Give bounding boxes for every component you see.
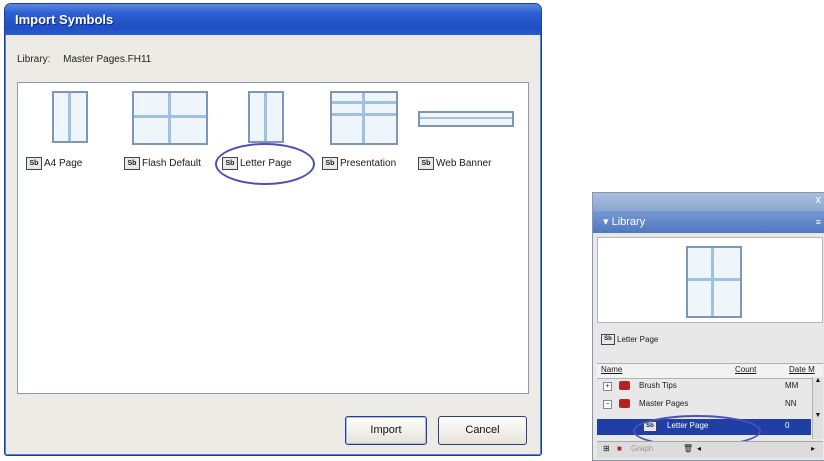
library-panel-title: Library [611, 216, 646, 228]
symbol-preview [597, 237, 823, 323]
folder-icon [619, 381, 630, 390]
library-column-header: Name Count Date M [597, 363, 823, 379]
letter-page-thumbnail [248, 91, 284, 143]
new-symbol-icon[interactable]: ◂ [697, 444, 701, 453]
panel-dock-bar[interactable]: x [593, 193, 824, 211]
library-panel-footer: ⊞ ■ Graph 🗑 ◂ ▸ [597, 441, 823, 458]
library-row: Library: Master Pages.FH11 [17, 54, 151, 65]
library-panel: x ▾ Library ≡ Sb Letter Page Name Count … [592, 192, 824, 461]
close-icon[interactable]: x [816, 194, 822, 206]
trash-icon[interactable]: 🗑 [683, 444, 693, 453]
library-label: Library: [17, 54, 51, 65]
panel-collapse-icon[interactable]: ▾ [603, 216, 612, 228]
letter-page-highlight-ring [215, 143, 315, 185]
dialog-titlebar[interactable]: Import Symbols [5, 4, 541, 35]
symbol-label: Presentation [340, 158, 397, 169]
web-banner-thumbnail [418, 111, 514, 127]
row-name: Master Pages [639, 399, 689, 408]
scroll-right-icon[interactable]: ▸ [811, 444, 815, 453]
import-button[interactable]: Import [345, 416, 427, 445]
selected-symbol-name: Sb Letter Page [601, 334, 658, 345]
letter-page-preview-thumbnail [686, 246, 742, 318]
library-value: Master Pages.FH11 [63, 54, 152, 65]
symbol-label: A4 Page [44, 158, 83, 169]
panel-menu-icon[interactable]: ≡ [816, 211, 821, 233]
library-scrollbar[interactable]: ▲ ▼ [812, 377, 823, 439]
column-name[interactable]: Name [601, 365, 622, 374]
flash-default-thumbnail [132, 91, 208, 145]
symbol-icon: Sb [124, 157, 140, 170]
graph-row-label: Graph [631, 444, 654, 453]
symbol-label: Web Banner [436, 158, 492, 169]
library-panel-titlebar[interactable]: ▾ Library ≡ [593, 211, 824, 233]
row-count: MM [785, 381, 799, 390]
row-name: Brush Tips [639, 381, 677, 390]
expand-icon[interactable]: + [603, 382, 612, 391]
collapse-icon[interactable]: − [603, 400, 612, 409]
column-date[interactable]: Date M [789, 365, 815, 374]
row-count: 0 [785, 421, 790, 430]
column-count[interactable]: Count [735, 365, 756, 374]
symbol-icon: Sb [601, 334, 615, 345]
presentation-thumbnail [330, 91, 398, 145]
symbol-icon: Sb [418, 157, 434, 170]
dialog-title: Import Symbols [15, 12, 114, 27]
cancel-button[interactable]: Cancel [438, 416, 527, 445]
symbol-label: Flash Default [142, 158, 201, 169]
symbol-icon: Sb [26, 157, 42, 170]
expand-icon[interactable]: ⊞ [603, 444, 610, 453]
symbol-icon: Sb [322, 157, 338, 170]
folder-icon: ■ [617, 444, 622, 453]
a4-page-thumbnail [52, 91, 88, 143]
row-count: NN [785, 399, 797, 408]
library-row-master-pages[interactable]: − Master Pages NN [597, 397, 811, 413]
library-row-brush-tips[interactable]: + Brush Tips MM [597, 379, 811, 395]
selected-symbol-label: Letter Page [617, 335, 659, 344]
folder-icon [619, 399, 630, 408]
import-symbols-dialog: Import Symbols Library: Master Pages.FH1… [4, 3, 542, 456]
symbol-thumbnail-pane[interactable]: Sb A4 Page Sb Flash Default Sb Letter Pa… [17, 82, 529, 394]
